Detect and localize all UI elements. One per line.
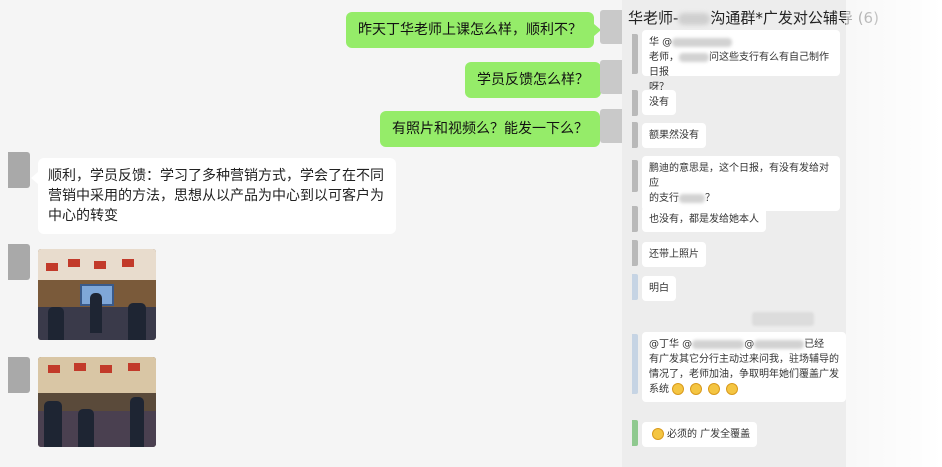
emoji-icon	[690, 383, 702, 395]
message-outgoing[interactable]: 有照片和视频么？能发一下么？	[380, 111, 607, 147]
group-message[interactable]: 明白	[642, 276, 676, 301]
message-text: 华 @	[649, 37, 673, 48]
message-text: ？	[705, 193, 715, 204]
blurred-name	[692, 339, 745, 349]
message-text: @	[744, 339, 755, 350]
blurred-name	[672, 37, 733, 47]
group-chat-title: 华老师- 沟通群*广发对公辅导 (6)	[628, 7, 879, 28]
group-message[interactable]: 鹏迪的意思是，这个日报，有没有发给对应 的支行 ？	[642, 156, 840, 211]
photo-banner	[74, 363, 86, 371]
message-incoming[interactable]: 顺利，学员反馈：学习了多种营销方式，学会了在不同营销中采用的方法，思想从以产品为…	[31, 158, 396, 234]
avatar[interactable]	[600, 10, 622, 44]
message-text: 情况了，老师加油，争取明年她们覆盖广发	[649, 369, 839, 380]
message-text: 明白	[649, 283, 669, 294]
message-text: 呀？	[649, 82, 669, 93]
avatar[interactable]	[600, 60, 622, 94]
avatar[interactable]	[632, 90, 638, 116]
avatar[interactable]	[8, 152, 30, 188]
title-part: 华老师-	[628, 9, 679, 27]
photo-person	[90, 293, 102, 333]
message-text: @丁华 @	[649, 339, 693, 350]
message-text: 昨天丁华老师上课怎么样，顺利不？	[358, 22, 582, 38]
message-text: 鹏迪的意思是，这个日报，有没有发给对应	[649, 163, 829, 189]
avatar[interactable]	[8, 357, 30, 393]
photo-message[interactable]	[38, 249, 156, 340]
avatar[interactable]	[632, 206, 638, 232]
photo-banner	[122, 259, 134, 267]
message-text: 的支行	[649, 193, 679, 204]
group-message[interactable]: 没有	[642, 90, 676, 115]
message-text: 顺利，学员反馈：学习了多种营销方式，学会了在不同营销中采用的方法，思想从以产品为…	[48, 168, 384, 224]
photo-banner	[100, 365, 112, 373]
message-text: 老师，	[649, 52, 679, 63]
photo-banner	[128, 363, 140, 371]
avatar[interactable]	[632, 160, 638, 192]
message-text: 有广发其它分行主动过来问我，驻场辅导的	[649, 354, 839, 365]
photo-banner	[68, 259, 80, 267]
edge-fade	[846, 0, 942, 467]
photo-banner	[48, 365, 60, 373]
timestamp	[752, 312, 814, 326]
emoji-icon	[672, 383, 684, 395]
blurred-name	[754, 339, 805, 349]
photo-person	[130, 397, 144, 447]
group-message[interactable]: 必须的 广发全覆盖	[642, 422, 758, 447]
blurred-name	[679, 52, 709, 62]
photo-banner	[46, 263, 58, 271]
photo-person	[128, 303, 146, 340]
blurred-name	[678, 12, 711, 25]
avatar[interactable]	[600, 109, 622, 143]
emoji-icon	[726, 383, 738, 395]
group-message[interactable]: 额果然没有	[642, 123, 706, 148]
message-text: 没有	[649, 97, 669, 108]
message-outgoing[interactable]: 学员反馈怎么样？	[465, 62, 608, 98]
message-text: 额果然没有	[649, 130, 699, 141]
message-text: 必须的 广发全覆盖	[667, 429, 751, 440]
group-message[interactable]: 还带上照片	[642, 242, 706, 267]
photo-person	[48, 307, 64, 340]
avatar[interactable]	[8, 244, 30, 280]
message-text: 已经	[804, 339, 825, 350]
avatar[interactable]	[632, 420, 638, 446]
avatar[interactable]	[632, 34, 638, 74]
message-text: 学员反馈怎么样？	[477, 72, 589, 88]
message-text: 有照片和视频么？能发一下么？	[392, 121, 588, 137]
emoji-icon	[708, 383, 720, 395]
emoji-icon	[652, 428, 664, 440]
avatar[interactable]	[632, 240, 638, 266]
message-text: 还带上照片	[649, 249, 699, 260]
photo-message[interactable]	[38, 357, 156, 447]
avatar[interactable]	[632, 334, 638, 394]
blurred-name	[679, 193, 705, 203]
message-text: 也没有，都是发给她本人	[649, 214, 759, 225]
message-text: 系统	[649, 384, 669, 395]
photo-person	[78, 409, 94, 447]
photo-banner	[94, 261, 106, 269]
group-message[interactable]: 华 @ 老师， 问这些支行有么有自己制作日报 呀？	[642, 30, 840, 93]
avatar[interactable]	[632, 274, 638, 300]
photo-person	[44, 401, 62, 447]
group-message[interactable]: @丁华 @ @ 已经 有广发其它分行主动过来问我，驻场辅导的 情况了，老师加油，争取…	[642, 332, 846, 402]
group-message[interactable]: 也没有，都是发给她本人	[642, 207, 766, 232]
avatar[interactable]	[632, 122, 638, 148]
message-outgoing[interactable]: 昨天丁华老师上课怎么样，顺利不？	[346, 12, 601, 48]
